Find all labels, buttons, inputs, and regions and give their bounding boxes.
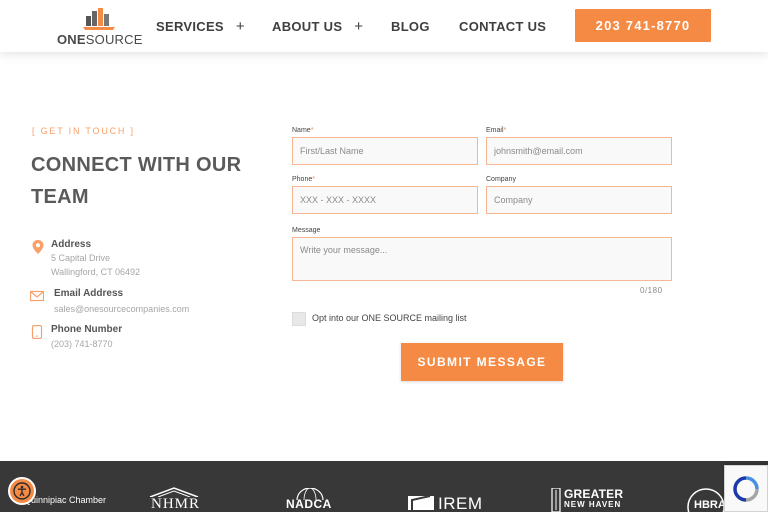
- onesource-logo[interactable]: ONESOURCE: [57, 6, 142, 48]
- message-field[interactable]: [292, 237, 672, 281]
- phone-block: Phone Number (203) 741-8770: [30, 324, 180, 354]
- nav-contact-us[interactable]: CONTACT US: [459, 0, 546, 52]
- name-field-label: Name*: [292, 127, 314, 134]
- location-pin-icon: [32, 240, 44, 254]
- phone-field-label: Phone*: [292, 176, 315, 183]
- email-block: Email Address sales@onesourcecompanies.c…: [30, 288, 210, 318]
- message-field-label: Message: [292, 227, 321, 234]
- phone-label: Phone Number: [51, 324, 123, 335]
- building-silhouette-icon: [551, 488, 561, 512]
- partner-logo-nhmr[interactable]: NHMR: [148, 487, 200, 512]
- partner-logo-irem[interactable]: IREM: [408, 494, 486, 512]
- email-link[interactable]: sales@onesourcecompanies.com: [54, 302, 189, 316]
- phone-call-button[interactable]: 203 741-8770: [575, 9, 711, 42]
- site-header: ONESOURCE SERVICES + ABOUT US + BLOG CONTA…: [0, 0, 768, 52]
- email-field[interactable]: [486, 137, 672, 165]
- email-field-label: Email*: [486, 127, 507, 134]
- phone-link[interactable]: (203) 741-8770: [51, 337, 113, 351]
- expand-plus-icon: +: [354, 17, 364, 35]
- address-block: Address 5 Capital Drive Wallingford, CT …: [30, 239, 190, 281]
- message-char-counter: 0/180: [640, 286, 663, 295]
- address-line-2: Wallingford, CT 06492: [51, 267, 141, 277]
- accessibility-icon: [13, 482, 31, 500]
- partner-logo-hbra[interactable]: HBRA: [686, 487, 726, 512]
- address-line-1: 5 Capital Drive: [51, 253, 111, 263]
- address-label: Address: [51, 239, 92, 250]
- mailing-list-label[interactable]: Opt into our ONE SOURCE mailing list: [312, 313, 467, 323]
- phone-icon: [31, 325, 43, 339]
- nav-about-us[interactable]: ABOUT US +: [272, 0, 363, 52]
- accessibility-button[interactable]: [8, 477, 36, 505]
- name-field[interactable]: [292, 137, 478, 165]
- nav-blog[interactable]: BLOG: [391, 0, 430, 52]
- email-label: Email Address: [54, 288, 124, 299]
- partner-logo-greater-new-haven[interactable]: GREATER NEW HAVEN: [551, 487, 623, 512]
- nav-services[interactable]: SERVICES +: [156, 0, 245, 52]
- submit-message-button[interactable]: SUBMIT MESSAGE: [401, 343, 563, 381]
- expand-plus-icon: +: [235, 17, 245, 35]
- partner-logo-nadca[interactable]: NADCA: [285, 488, 335, 512]
- recaptcha-badge[interactable]: [724, 465, 768, 512]
- section-eyebrow: [ GET IN TOUCH ]: [32, 126, 135, 136]
- logo-wordmark: ONESOURCE: [57, 32, 143, 47]
- irem-mark-icon: [408, 496, 434, 510]
- company-field-label: Company: [486, 176, 516, 183]
- company-field[interactable]: [486, 186, 672, 214]
- phone-field[interactable]: [292, 186, 478, 214]
- recaptcha-icon: [733, 475, 759, 502]
- envelope-icon: [30, 290, 44, 302]
- mailing-list-checkbox[interactable]: [292, 312, 306, 326]
- page-title: CONNECT WITH OUR TEAM: [31, 154, 242, 208]
- buildings-logo-icon: [83, 8, 115, 30]
- partner-logos-footer: Quinnipiac Chamber NHMR NADCA IREM GREAT…: [0, 461, 768, 512]
